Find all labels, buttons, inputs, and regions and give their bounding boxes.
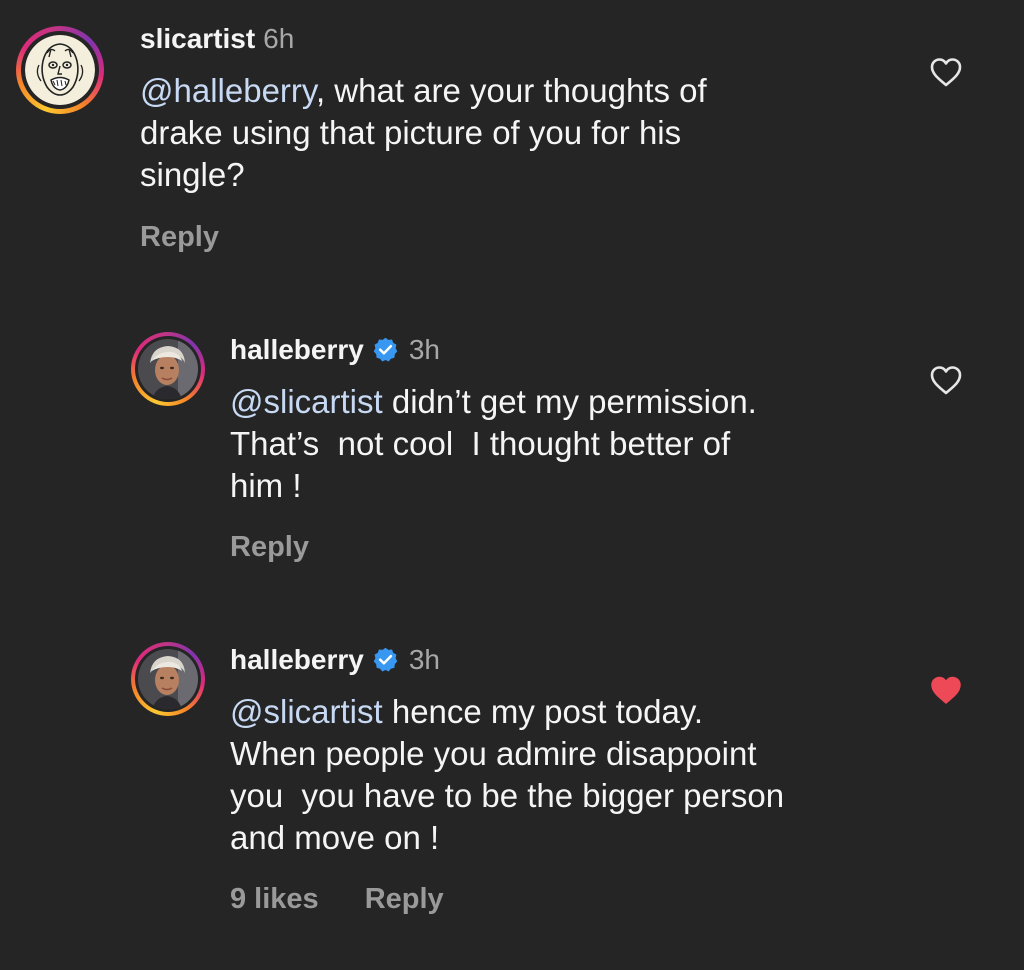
avatar[interactable] xyxy=(131,332,205,406)
verified-badge-icon xyxy=(373,337,398,362)
avatar[interactable] xyxy=(131,642,205,716)
mention-link[interactable]: @slicartist xyxy=(230,693,383,730)
reply-button[interactable]: Reply xyxy=(365,883,444,915)
cartoon-sketch-avatar-icon xyxy=(25,35,95,105)
heart-outline-icon[interactable] xyxy=(929,364,963,396)
comment-actions: Reply xyxy=(230,530,309,564)
photo-avatar-icon xyxy=(138,339,198,399)
reply-button[interactable]: Reply xyxy=(230,531,309,563)
avatar[interactable] xyxy=(16,26,104,114)
comment-actions: 9 likes Reply xyxy=(230,882,444,916)
photo-avatar-icon xyxy=(138,649,198,709)
likes-count[interactable]: 9 likes xyxy=(230,883,319,915)
mention-link[interactable]: @halleberry xyxy=(140,72,316,109)
comment-actions: Reply xyxy=(140,220,219,254)
comment-header: halleberry 3h xyxy=(230,333,440,367)
verified-badge-icon xyxy=(373,647,398,672)
timestamp: 3h xyxy=(408,644,441,675)
comment-text: @slicartist hence my post today. When pe… xyxy=(230,691,784,859)
comment-header: slicartist 6h xyxy=(140,22,294,56)
username[interactable]: slicartist xyxy=(140,23,255,54)
username[interactable]: halleberry xyxy=(230,644,364,675)
mention-link[interactable]: @slicartist xyxy=(230,383,383,420)
timestamp: 3h xyxy=(408,334,441,365)
reply-button[interactable]: Reply xyxy=(140,221,219,253)
comment-text: @halleberry, what are your thoughts of d… xyxy=(140,70,707,196)
timestamp: 6h xyxy=(263,23,295,54)
comments-thread: slicartist 6h @halleberry, what are your … xyxy=(0,0,1024,970)
heart-filled-icon[interactable] xyxy=(929,674,963,706)
comment-header: halleberry 3h xyxy=(230,643,440,677)
heart-outline-icon[interactable] xyxy=(929,56,963,88)
username[interactable]: halleberry xyxy=(230,334,364,365)
comment-text: @slicartist didn’t get my permission. Th… xyxy=(230,381,757,507)
